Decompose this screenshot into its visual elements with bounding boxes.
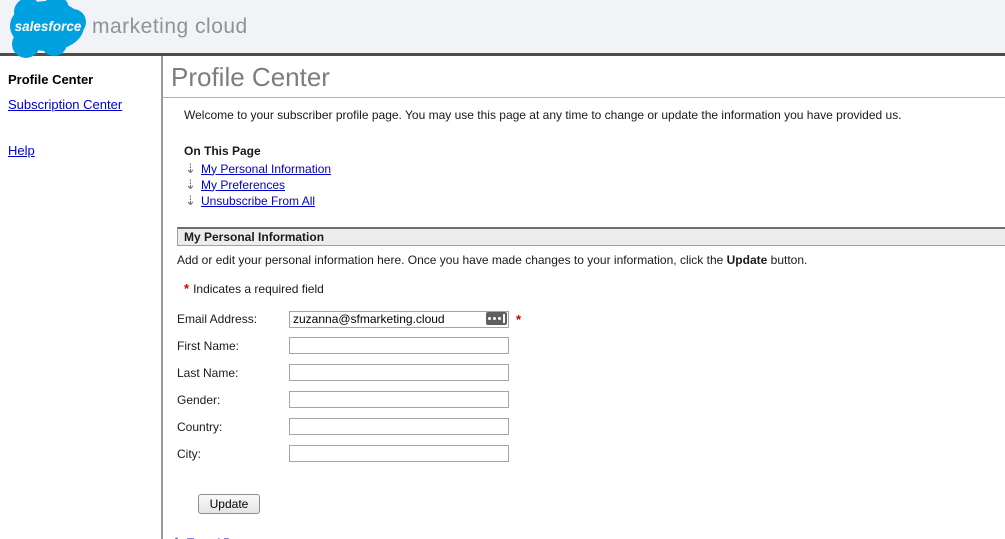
form-row-gender: Gender: xyxy=(177,391,1005,408)
down-arrow-icon: ⇣ xyxy=(185,160,196,176)
sidebar-item-profile-center: Profile Center xyxy=(8,72,94,87)
ellipsis-reveal-icon[interactable] xyxy=(486,312,507,325)
list-item: ⇣ My Personal Information xyxy=(184,161,1005,176)
up-arrow-icon: ⇡ xyxy=(170,535,183,539)
page-title: Profile Center xyxy=(171,62,330,92)
main-content: Profile Center Welcome to your subscribe… xyxy=(163,56,1005,539)
first-name-label: First Name: xyxy=(177,339,240,353)
email-input-wrap xyxy=(289,310,509,328)
form-row-country: Country: xyxy=(177,418,1005,435)
app-header: salesforce marketing cloud xyxy=(0,0,1005,58)
required-note-text: Indicates a required field xyxy=(193,282,324,296)
on-this-page: On This Page ⇣ My Personal Information ⇣… xyxy=(184,144,1005,208)
on-this-page-title: On This Page xyxy=(184,144,261,158)
section-description-suffix: button. xyxy=(767,253,808,267)
link-unsubscribe-from-all[interactable]: Unsubscribe From All xyxy=(201,194,315,208)
first-name-field[interactable] xyxy=(289,337,509,354)
update-button[interactable]: Update xyxy=(198,494,260,514)
form-row-first-name: First Name: xyxy=(177,337,1005,354)
down-arrow-icon: ⇣ xyxy=(185,176,196,192)
email-label: Email Address: xyxy=(177,312,258,326)
link-my-preferences[interactable]: My Preferences xyxy=(201,178,285,192)
sidebar-item-subscription-center[interactable]: Subscription Center xyxy=(8,97,122,112)
country-field[interactable] xyxy=(289,418,509,435)
section-header-my-personal-information: My Personal Information xyxy=(177,227,1005,246)
profile-center-page: Profile Center Subscription Center Help … xyxy=(0,56,1005,539)
city-field[interactable] xyxy=(289,445,509,462)
product-name: marketing cloud xyxy=(92,15,248,38)
country-label: Country: xyxy=(177,420,223,434)
form-row-email: Email Address: * xyxy=(177,310,1005,328)
email-required-asterisk: * xyxy=(516,312,522,327)
required-asterisk: * xyxy=(184,281,190,296)
section-description-prefix: Add or edit your personal information he… xyxy=(177,253,727,267)
gender-field[interactable] xyxy=(289,391,509,408)
link-my-personal-information[interactable]: My Personal Information xyxy=(201,162,331,176)
last-name-label: Last Name: xyxy=(177,366,239,380)
sidebar: Profile Center Subscription Center Help xyxy=(0,56,163,539)
salesforce-logo: salesforce xyxy=(6,0,92,67)
section-description: Add or edit your personal information he… xyxy=(177,253,1005,267)
top-of-page: ⇡ Top of Page xyxy=(170,535,1005,539)
email-field[interactable] xyxy=(289,310,509,328)
page-title-block: Profile Center xyxy=(163,56,1005,98)
list-item: ⇣ My Preferences xyxy=(184,177,1005,192)
required-field-note: * Indicates a required field xyxy=(184,281,1005,296)
list-item: ⇣ Unsubscribe From All xyxy=(184,193,1005,208)
down-arrow-icon: ⇣ xyxy=(185,192,196,208)
personal-information-form: Email Address: * First Name: Last Name: … xyxy=(177,310,1005,514)
salesforce-cloud-icon: salesforce xyxy=(10,0,86,58)
salesforce-logo-text: salesforce xyxy=(15,19,82,34)
sidebar-item-help[interactable]: Help xyxy=(8,143,35,158)
form-row-last-name: Last Name: xyxy=(177,364,1005,381)
city-label: City: xyxy=(177,447,201,461)
gender-label: Gender: xyxy=(177,393,221,407)
last-name-field[interactable] xyxy=(289,364,509,381)
form-row-city: City: xyxy=(177,445,1005,462)
welcome-text: Welcome to your subscriber profile page.… xyxy=(184,108,902,122)
section-description-update-word: Update xyxy=(726,253,768,267)
